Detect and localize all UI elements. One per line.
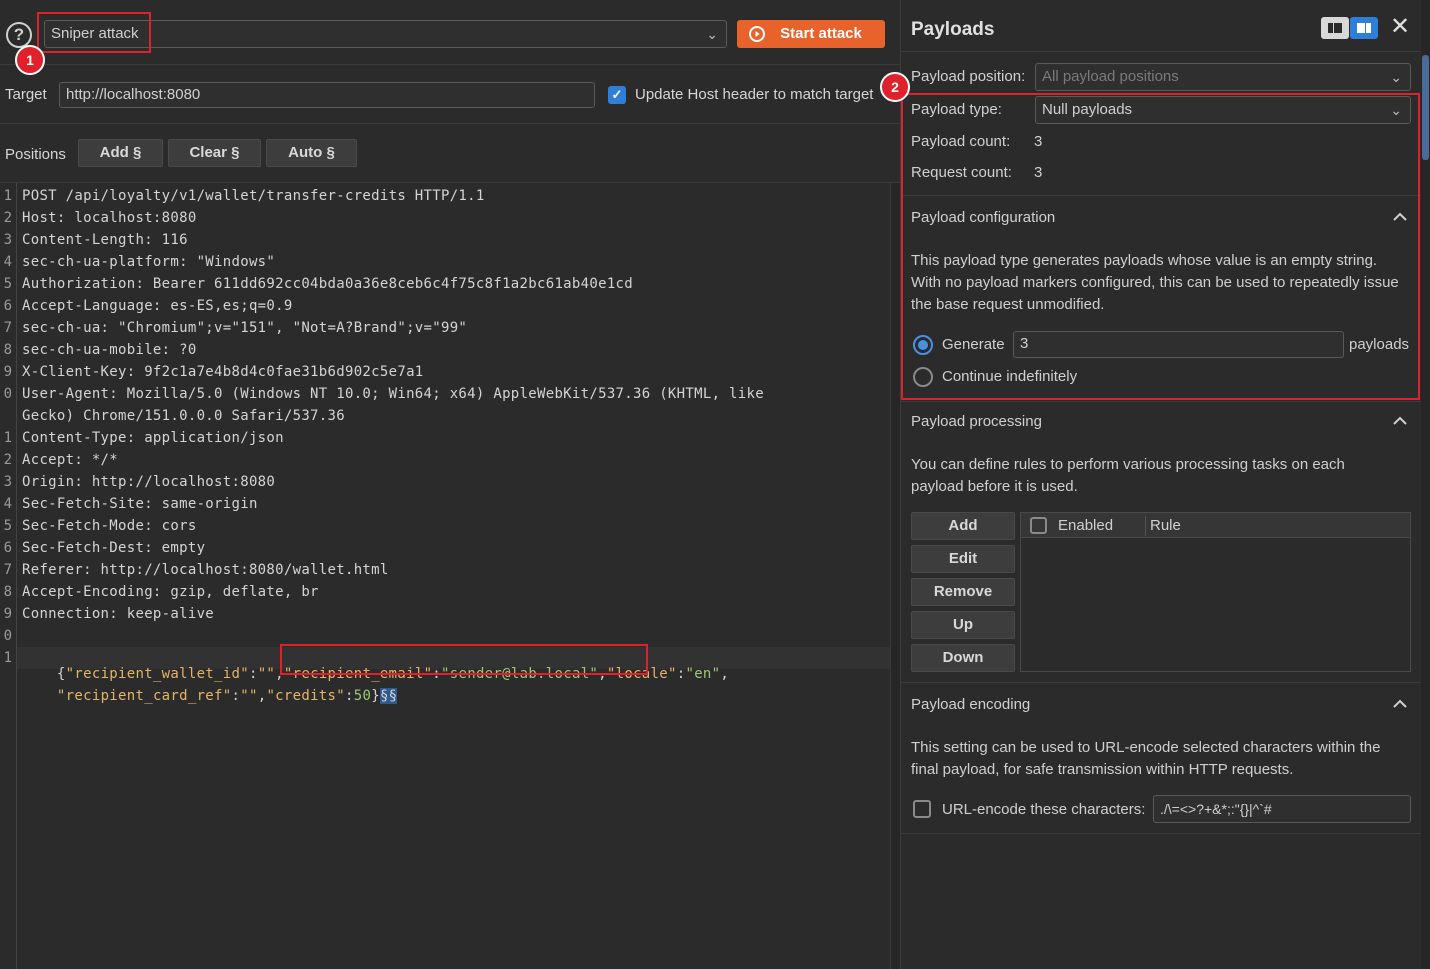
column-rule[interactable]: Rule [1150,517,1181,534]
json-value: "" [240,688,258,704]
divider [901,682,1422,683]
request-line: sec-ch-ua-mobile: ?0 [22,342,197,358]
request-line: Sec-Fetch-Dest: empty [22,540,206,556]
request-line: sec-ch-ua-platform: "Windows" [22,254,276,270]
payload-encoding-title: Payload encoding [911,696,1031,713]
divider [901,401,1422,402]
enabled-all-checkbox[interactable] [1030,517,1047,534]
column-enabled[interactable]: Enabled [1058,517,1113,534]
payload-processing-title: Payload processing [911,413,1042,430]
processing-rules-table[interactable]: Enabled Rule [1020,512,1411,672]
update-host-checkbox[interactable]: ✓ [608,86,626,104]
urlencode-checkbox[interactable] [913,800,931,818]
request-line: Content-Type: application/json [22,430,284,446]
divider [901,51,1422,52]
collapse-icon[interactable] [1392,414,1408,428]
request-line: Sec-Fetch-Site: same-origin [22,496,258,512]
urlencode-label: URL-encode these characters: [942,801,1146,818]
divider [0,64,900,65]
request-line: Gecko) Chrome/151.0.0.0 Safari/537.36 [22,408,345,424]
request-line: sec-ch-ua: "Chromium";v="151", "Not=A?Br… [22,320,468,336]
request-line: Sec-Fetch-Mode: cors [22,518,197,534]
request-line: Referer: http://localhost:8080/wallet.ht… [22,562,389,578]
chevron-down-icon: ⌄ [1390,69,1402,85]
request-line: Connection: keep-alive [22,606,215,622]
layout-vertical-icon[interactable] [1350,17,1378,39]
annotation-badge-2: 2 [880,72,910,102]
json-key: "recipient_card_ref" [56,688,232,704]
brace-close: } [371,688,380,704]
request-line: Origin: http://localhost:8080 [22,474,276,490]
processing-up-button[interactable]: Up [911,611,1015,639]
request-body-line-2: "recipient_card_ref":"","credits":50}§§ [56,688,398,704]
add-marker-button[interactable]: Add § [78,139,163,167]
processing-edit-button[interactable]: Edit [911,545,1015,573]
table-header: Enabled Rule [1021,513,1410,538]
layout-horizontal-icon[interactable] [1321,17,1349,39]
target-url-input[interactable]: http://localhost:8080 [59,82,595,108]
panel-scrollbar-thumb[interactable] [1422,55,1429,160]
column-divider [1145,516,1146,536]
json-key: "credits" [266,688,345,704]
json-value: "en" [685,666,721,682]
json-value: 50 [353,688,372,704]
editor-scrollbar[interactable] [890,183,900,969]
target-label: Target [5,86,47,103]
request-line: Accept: */* [22,452,119,468]
start-attack-button[interactable]: Start attack [737,20,885,48]
payload-position-select[interactable]: All payload positions ⌄ [1035,63,1411,91]
clear-markers-button[interactable]: Clear § [168,139,261,167]
positions-pane: ? Sniper attack ⌄ Start attack Target ht… [0,0,900,969]
request-line: X-Client-Key: 9f2c1a7e4b8d4c0fae31b6d902… [22,364,424,380]
annotation-box-recipient-email [280,644,648,675]
urlencode-characters-input[interactable]: ./\=<>?+&*;:"{}|^`# [1153,795,1411,823]
payloads-panel: Payloads ✕ Payload position: All payload… [900,0,1430,969]
payload-marker[interactable]: §§ [379,688,398,704]
request-line: Accept-Language: es-ES,es;q=0.9 [22,298,293,314]
payload-position-value: All payload positions [1042,68,1179,85]
payloads-title: Payloads [911,19,995,40]
request-line: User-Agent: Mozilla/5.0 (Windows NT 10.0… [22,386,764,402]
payload-encoding-description: This setting can be used to URL-encode s… [911,739,1381,778]
play-icon [749,26,765,42]
divider [0,123,900,124]
annotation-box-payload-settings [901,93,1420,400]
request-editor[interactable]: POST /api/loyalty/v1/wallet/transfer-cre… [0,183,890,969]
annotation-badge-1: 1 [15,45,45,75]
processing-remove-button[interactable]: Remove [911,578,1015,606]
positions-label: Positions [5,146,66,163]
processing-add-button[interactable]: Add [911,512,1015,540]
auto-markers-button[interactable]: Auto § [266,139,357,167]
request-line: Content-Length: 116 [22,232,188,248]
processing-down-button[interactable]: Down [911,644,1015,672]
request-line: POST /api/loyalty/v1/wallet/transfer-cre… [22,188,485,204]
divider [901,833,1422,834]
payload-position-label: Payload position: [911,68,1026,85]
collapse-icon[interactable] [1392,697,1408,711]
update-host-label: Update Host header to match target [635,86,874,103]
start-attack-label: Start attack [780,25,862,42]
request-line: Accept-Encoding: gzip, deflate, br [22,584,319,600]
annotation-box-attack-type [37,12,151,53]
chevron-down-icon: ⌄ [706,26,718,42]
request-line: Host: localhost:8080 [22,210,197,226]
payload-processing-description: You can define rules to perform various … [911,456,1345,495]
close-icon[interactable]: ✕ [1390,15,1410,39]
request-line: Authorization: Bearer 611dd692cc04bda0a3… [22,276,634,292]
